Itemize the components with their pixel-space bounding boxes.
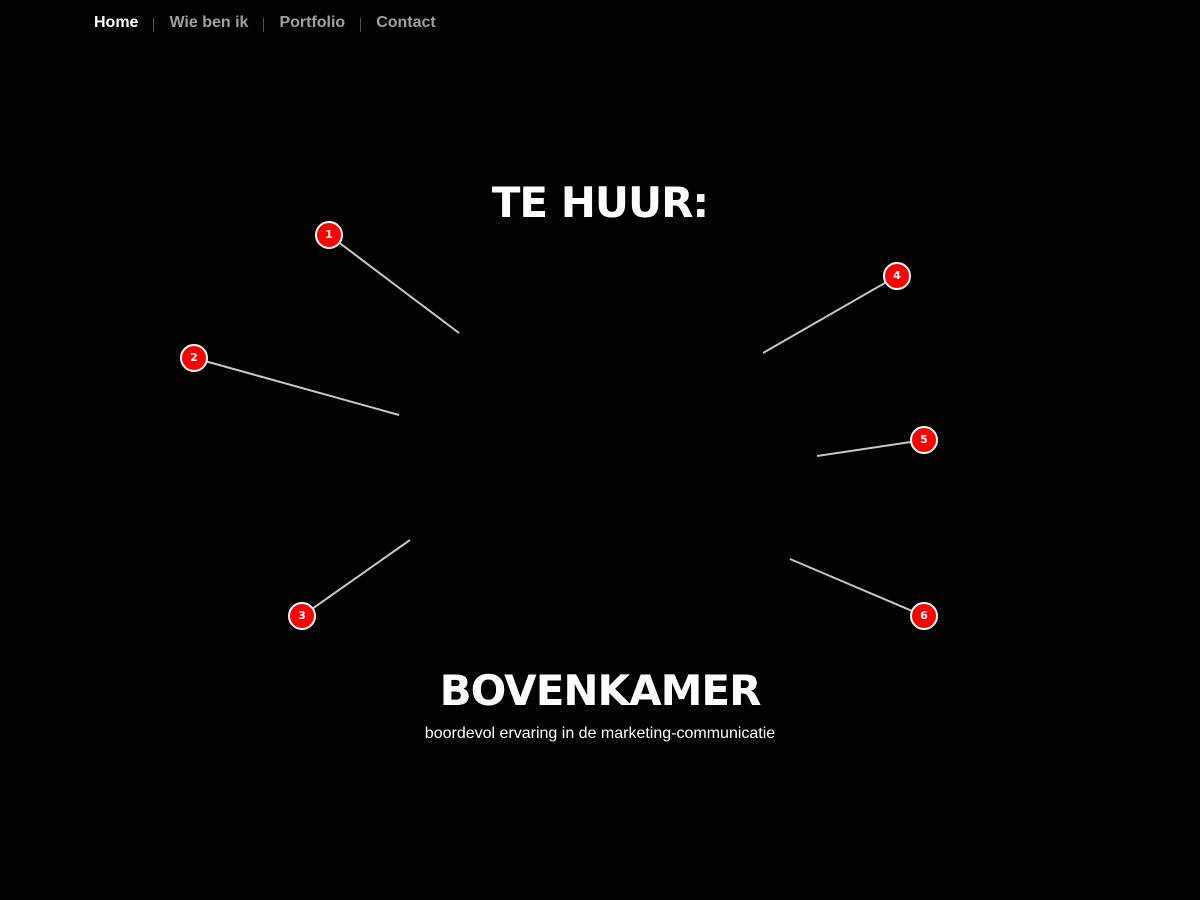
hotspot-marker-2[interactable]: 2: [180, 344, 208, 372]
hero-name: BOVENKAMER: [439, 666, 762, 715]
hotspot-lines: [193, 234, 925, 617]
hotspot-marker-1[interactable]: 1: [315, 221, 343, 249]
hotspot-line-2: [193, 357, 400, 416]
hotspot-marker-4[interactable]: 4: [883, 262, 911, 290]
hotspot-line-4: [762, 275, 898, 354]
hotspot-line-6: [789, 558, 925, 617]
hotspot-line-3: [301, 539, 411, 617]
hotspot-line-5: [816, 439, 925, 457]
hotspot-marker-6[interactable]: 6: [910, 602, 938, 630]
hotspot-marker-5[interactable]: 5: [910, 426, 938, 454]
hotspot-marker-3[interactable]: 3: [288, 602, 316, 630]
hero-tagline: boordevol ervaring in de marketing-commu…: [424, 725, 776, 742]
hotspot-line-1: [328, 234, 460, 334]
